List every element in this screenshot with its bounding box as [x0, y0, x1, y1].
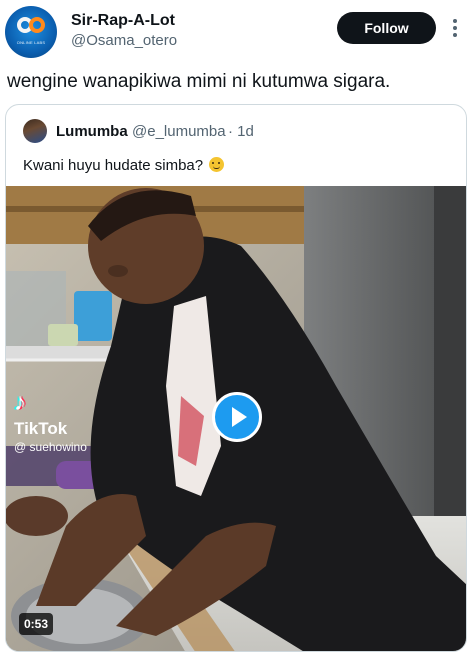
tiktok-brand: TikTok: [14, 419, 68, 438]
quoted-author-avatar[interactable]: [23, 119, 47, 143]
author-name[interactable]: Sir-Rap-A-Lot: [71, 12, 175, 30]
quoted-text-body: Kwani huyu hudate simba?: [23, 157, 204, 174]
more-icon[interactable]: [448, 16, 462, 40]
author-avatar[interactable]: ONLINE LABS: [5, 6, 57, 58]
author-handle[interactable]: @Osama_otero: [71, 32, 177, 49]
play-button[interactable]: [212, 392, 262, 442]
avatar-logo-text: ONLINE LABS: [16, 40, 46, 45]
tiktok-watermark: ♪ TikTok @ suehowino: [14, 389, 87, 455]
post-text: wengine wanapikiwa mimi ni kutumwa sigar…: [7, 71, 391, 92]
emoji-smile-icon: [209, 157, 225, 172]
tiktok-username: @ suehowino: [14, 440, 87, 454]
video-player[interactable]: ♪ TikTok @ suehowino 0:53: [6, 186, 466, 651]
logo-ring-right: [29, 17, 45, 33]
quoted-post[interactable]: Lumumba @e_lumumba · 1d Kwani huyu hudat…: [5, 104, 467, 652]
quoted-author-name[interactable]: Lumumba: [56, 123, 128, 140]
follow-button[interactable]: Follow: [337, 12, 436, 44]
quoted-text: Kwani huyu hudate simba?: [23, 157, 225, 174]
play-icon: [231, 407, 247, 427]
quoted-author-handle[interactable]: @e_lumumba: [132, 123, 226, 140]
quoted-timestamp[interactable]: · 1d: [228, 123, 254, 140]
video-duration: 0:53: [19, 613, 54, 635]
tiktok-logo-icon: ♪: [14, 389, 26, 416]
